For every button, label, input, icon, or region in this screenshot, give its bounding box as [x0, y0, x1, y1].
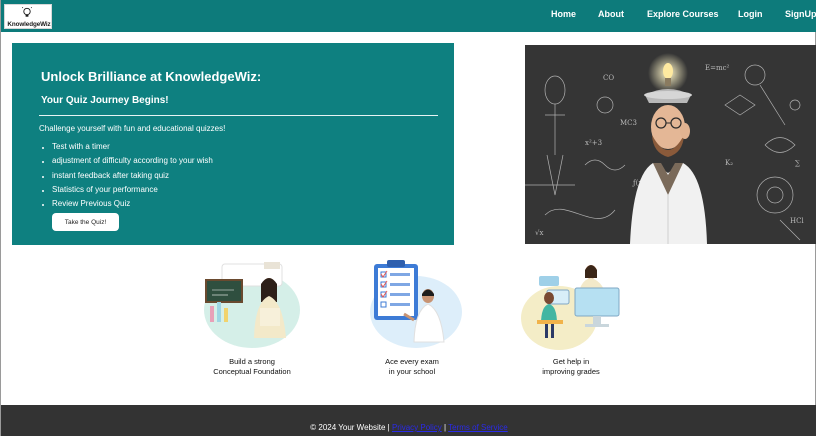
feature-list-item: Statistics of your performance: [52, 184, 213, 198]
feature-card-conceptual-foundation: Build a strong Conceptual Foundation: [192, 258, 312, 378]
mad-scientist-illustration: CO MC3 x²+3 E=mc² ∑ K₂ √x HCl ƒ(x): [525, 45, 816, 244]
feature-caption-line: Build a strong: [229, 357, 275, 366]
terms-of-service-link[interactable]: Terms of Service: [448, 423, 508, 432]
feature-list-item: Test with a timer: [52, 141, 213, 155]
feature-list-item: Review Previous Quiz: [52, 198, 213, 212]
feature-list: Test with a timer adjustment of difficul…: [52, 141, 213, 212]
hero-title: Unlock Brilliance at KnowledgeWiz:: [41, 69, 262, 84]
hero-subtitle: Your Quiz Journey Begins!: [41, 95, 169, 106]
footer-copyright: © 2024 Your Website |: [310, 423, 392, 432]
hero-intro-text: Challenge yourself with fun and educatio…: [39, 124, 226, 133]
svg-text:∑: ∑: [795, 159, 800, 167]
lightbulb-icon: [22, 7, 32, 17]
feature-caption-line: Get help in: [552, 357, 590, 366]
feature-caption-line: in your school: [388, 366, 436, 376]
take-quiz-button[interactable]: Take the Quiz!: [52, 213, 119, 231]
feature-caption: Build a strong Conceptual Foundation: [192, 357, 312, 376]
svg-text:√x: √x: [535, 229, 543, 237]
logo-text: KnowledgeWiz: [7, 21, 51, 28]
svg-text:K₂: K₂: [725, 159, 733, 167]
page-footer: © 2024 Your Website | Privacy Policy | T…: [1, 405, 816, 436]
feature-list-item: adjustment of difficulty according to yo…: [52, 155, 213, 169]
teacher-chalkboard-icon: [204, 262, 300, 348]
nav-signup-link[interactable]: SignUp: [785, 9, 816, 19]
svg-text:HCl: HCl: [790, 217, 804, 225]
footer-text: © 2024 Your Website | Privacy Policy | T…: [1, 423, 816, 432]
top-navbar: KnowledgeWiz Home About Explore Courses …: [1, 0, 816, 32]
hero-divider: [39, 115, 438, 116]
nav-about-link[interactable]: About: [598, 9, 624, 19]
feature-caption: Ace every exam in your school: [352, 357, 472, 376]
feature-caption-line: Conceptual Foundation: [213, 366, 291, 376]
scientist-hero-image: CO MC3 x²+3 E=mc² ∑ K₂ √x HCl ƒ(x): [525, 45, 816, 244]
feature-caption-line: Ace every exam: [385, 357, 439, 366]
svg-text:x²+3: x²+3: [585, 139, 602, 147]
online-tutoring-icon: [521, 265, 620, 350]
feature-card-improve-grades: Get help in improving grades: [511, 258, 631, 378]
feature-caption: Get help in improving grades: [511, 357, 631, 376]
feature-caption-line: improving grades: [542, 366, 600, 376]
nav-explore-courses-link[interactable]: Explore Courses: [647, 9, 719, 19]
svg-text:MC3: MC3: [620, 119, 637, 127]
feature-list-item: instant feedback after taking quiz: [52, 170, 213, 184]
svg-text:CO: CO: [603, 74, 614, 82]
svg-text:E=mc²: E=mc²: [705, 64, 730, 72]
hero-panel: Unlock Brilliance at KnowledgeWiz: Your …: [12, 43, 454, 245]
exam-checklist-icon: [370, 260, 462, 348]
site-logo[interactable]: KnowledgeWiz: [4, 4, 52, 29]
privacy-policy-link[interactable]: Privacy Policy: [392, 423, 442, 432]
nav-login-link[interactable]: Login: [738, 9, 763, 19]
feature-card-ace-exam: Ace every exam in your school: [352, 258, 472, 378]
nav-home-link[interactable]: Home: [551, 9, 576, 19]
